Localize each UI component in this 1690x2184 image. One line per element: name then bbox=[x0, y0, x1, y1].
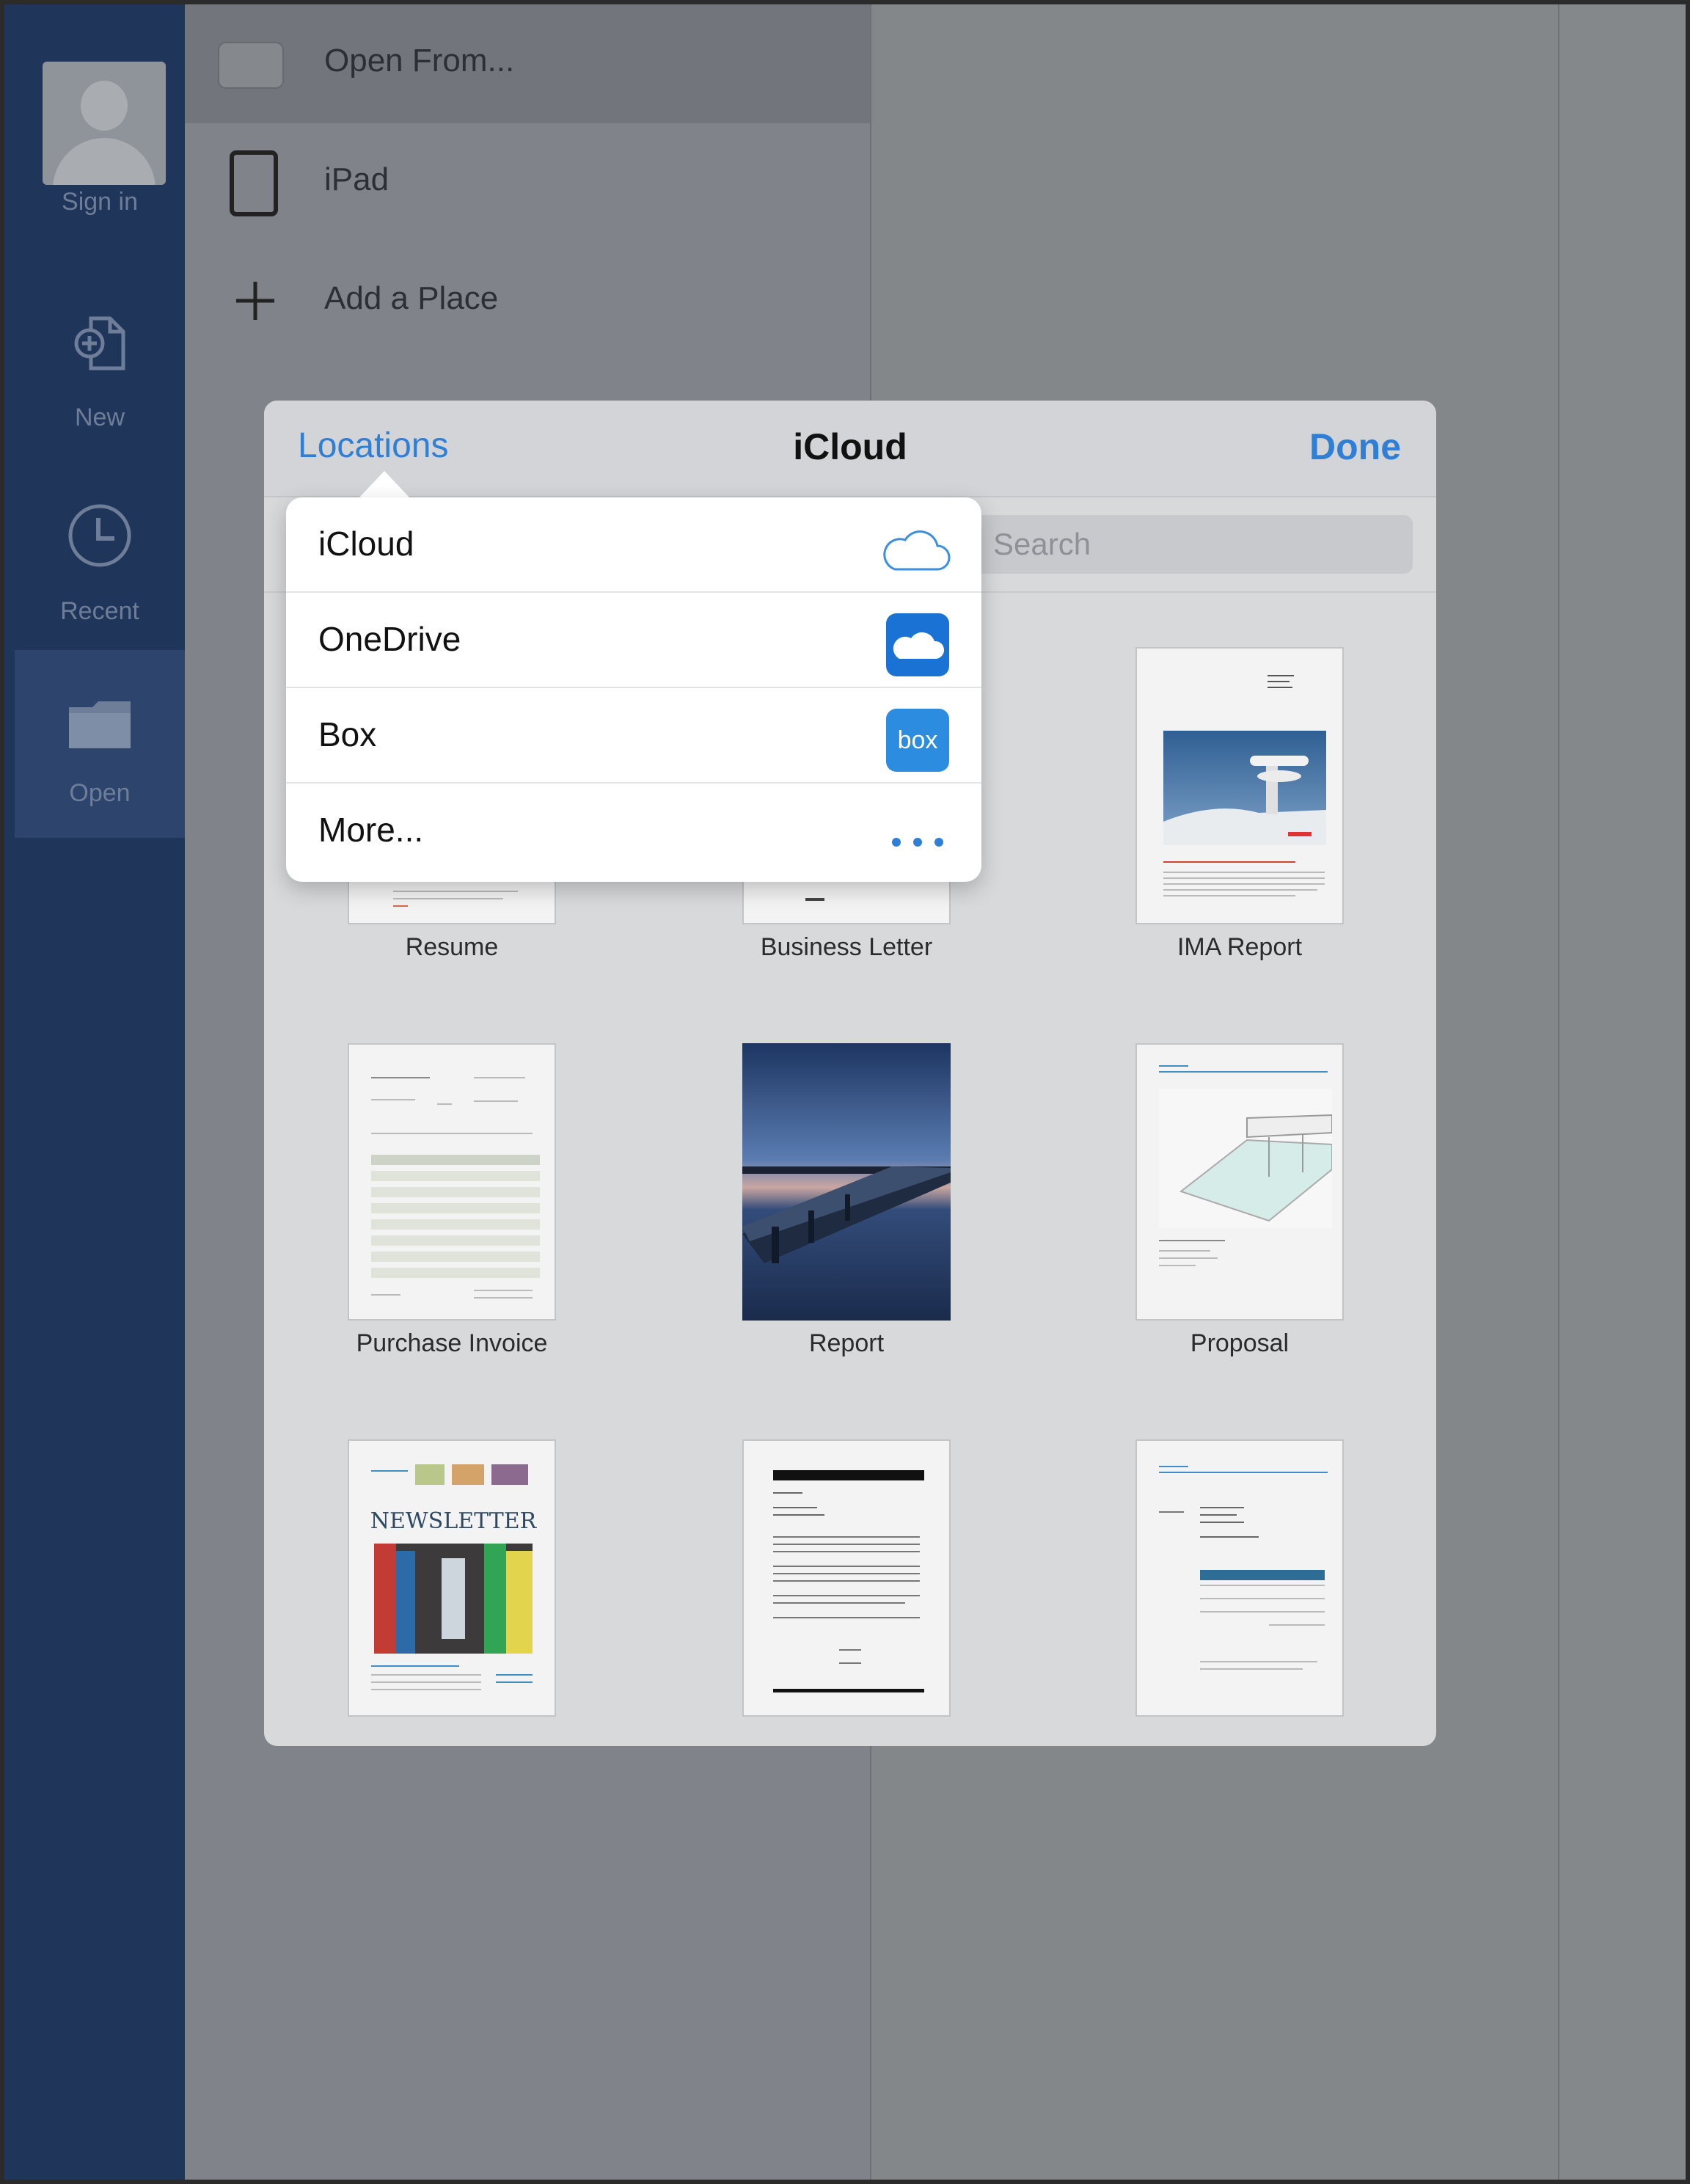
architecture-photo bbox=[1163, 731, 1326, 845]
folder-icon bbox=[69, 701, 131, 748]
doc-label: Purchase Invoice bbox=[356, 1329, 548, 1357]
place-ipad[interactable]: iPad bbox=[185, 123, 870, 242]
box-icon: box bbox=[886, 709, 949, 772]
far-right-pane bbox=[1558, 4, 1686, 2180]
dialog-header: iCloud Locations Done bbox=[264, 401, 1436, 497]
place-label: iPad bbox=[324, 161, 389, 197]
doc-label: Report bbox=[808, 1329, 885, 1357]
place-open-from[interactable]: Open From... bbox=[185, 4, 870, 123]
nav-label: New bbox=[74, 403, 125, 431]
search-placeholder: Search bbox=[993, 527, 1091, 561]
folder-icon bbox=[218, 42, 284, 89]
left-nav: Sign in New Recent Open bbox=[4, 4, 185, 2180]
doc-report[interactable] bbox=[742, 1043, 951, 1321]
doc-label: Proposal bbox=[1190, 1329, 1290, 1357]
location-more[interactable]: More... bbox=[286, 784, 981, 879]
location-box[interactable]: Box box bbox=[286, 688, 981, 784]
doc-label: IMA Report bbox=[1177, 933, 1303, 961]
location-icloud[interactable]: iCloud bbox=[286, 497, 981, 593]
onedrive-icon bbox=[886, 613, 949, 676]
popover-arrow bbox=[358, 471, 411, 499]
location-label: Box bbox=[318, 715, 377, 753]
doc-label: Business Letter bbox=[760, 933, 933, 961]
location-label: iCloud bbox=[318, 525, 414, 563]
avatar bbox=[43, 62, 166, 185]
lake-pier-photo bbox=[742, 1043, 951, 1321]
library-photo bbox=[374, 1544, 533, 1654]
search-field[interactable]: Search bbox=[973, 515, 1413, 574]
nav-new[interactable]: New bbox=[15, 274, 185, 462]
place-add[interactable]: Add a Place bbox=[185, 242, 870, 361]
doc-newsletter[interactable]: NEWSLETTER bbox=[348, 1439, 556, 1717]
newsletter-title: NEWSLETTER bbox=[370, 1508, 537, 1534]
ipad-icon bbox=[230, 150, 278, 216]
nav-label: Sign in bbox=[62, 188, 138, 216]
location-label: More... bbox=[318, 811, 424, 849]
nav-recent[interactable]: Recent bbox=[15, 468, 185, 656]
doc-label: Resume bbox=[405, 933, 499, 961]
place-label: Open From... bbox=[324, 43, 515, 78]
plus-icon bbox=[236, 282, 274, 320]
doc-invoice[interactable] bbox=[1135, 1439, 1344, 1717]
doc-purchase-invoice[interactable] bbox=[348, 1043, 556, 1321]
location-onedrive[interactable]: OneDrive bbox=[286, 593, 981, 688]
doc-ima-report[interactable] bbox=[1135, 647, 1344, 924]
new-document-icon bbox=[74, 316, 125, 370]
doc-letter[interactable] bbox=[742, 1439, 951, 1717]
icloud-icon bbox=[883, 530, 951, 571]
done-button[interactable]: Done bbox=[1309, 426, 1401, 468]
nav-open[interactable]: Open bbox=[15, 650, 185, 838]
location-label: OneDrive bbox=[318, 620, 461, 658]
locations-popover: iCloud OneDrive Box box More... bbox=[286, 497, 981, 882]
pool-house-sketch bbox=[1159, 1089, 1332, 1228]
nav-label: Open bbox=[69, 779, 131, 807]
nav-sign-in[interactable]: Sign in bbox=[15, 25, 185, 216]
app-window: Sign in New Recent Open Open From... iPa… bbox=[0, 0, 1690, 2184]
locations-button[interactable]: Locations bbox=[298, 426, 448, 466]
doc-proposal[interactable] bbox=[1135, 1043, 1344, 1321]
place-label: Add a Place bbox=[324, 280, 499, 316]
nav-label: Recent bbox=[60, 597, 139, 625]
clock-icon bbox=[68, 504, 131, 567]
more-icon bbox=[892, 838, 943, 847]
